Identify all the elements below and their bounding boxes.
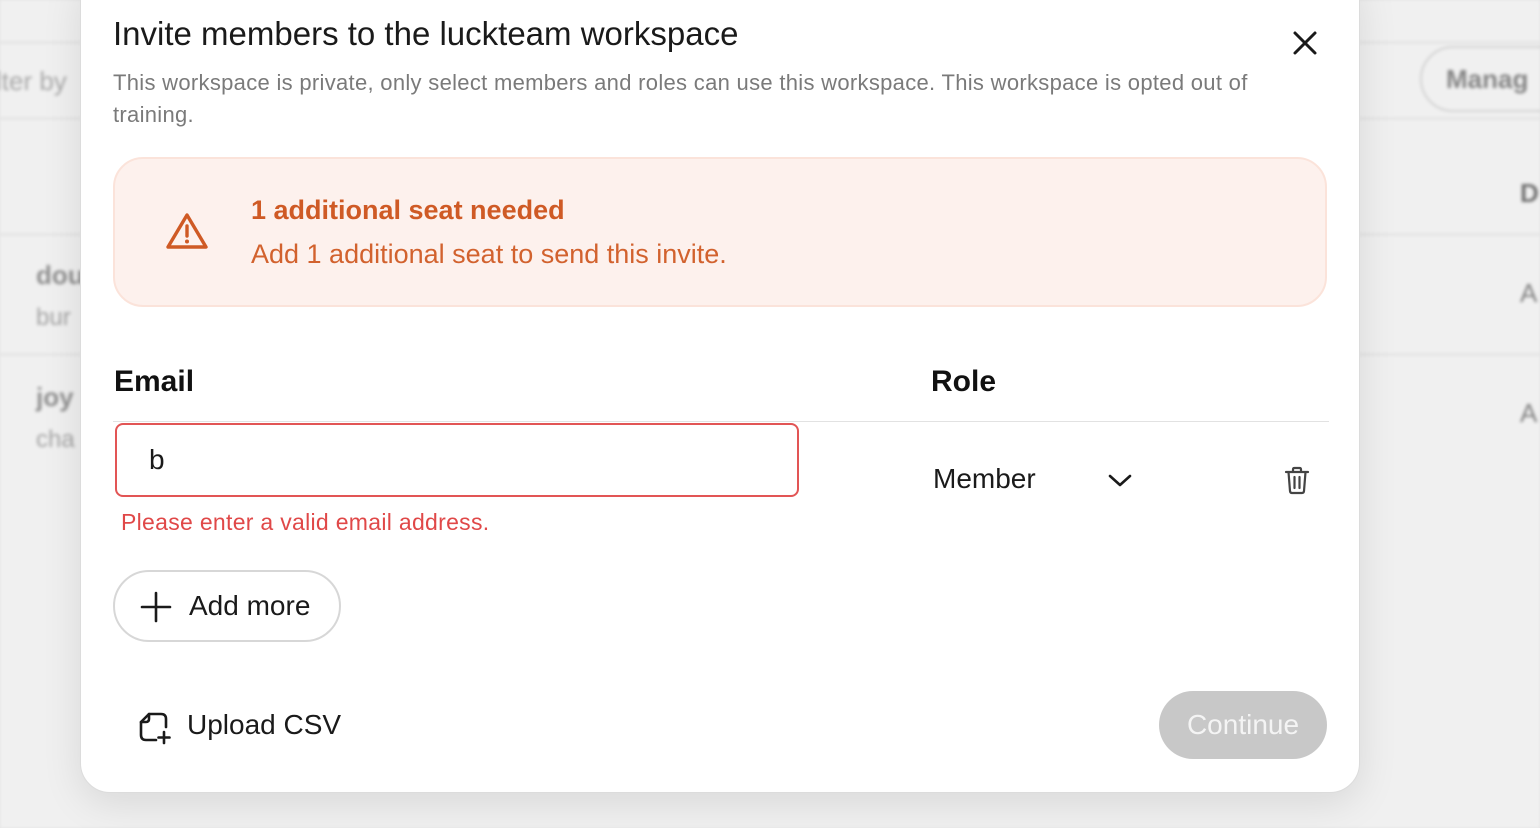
seat-warning-banner: 1 additional seat needed Add 1 additiona… [113,157,1327,307]
role-dropdown[interactable]: Member [931,457,1137,505]
role-column-header: Role [931,365,997,398]
email-error-message: Please enter a valid email address. [121,509,490,535]
upload-csv-button[interactable]: Upload CSV [135,701,355,751]
dialog-title: Invite members to the luckteam workspace [113,15,739,52]
email-column-header: Email [114,365,195,398]
dialog-description: This workspace is private, only select m… [113,70,1248,127]
trash-icon [1284,466,1310,495]
warning-triangle-icon [166,213,208,249]
header-divider [113,421,1329,422]
warning-message: Add 1 additional seat to send this invit… [251,239,727,269]
upload-csv-label: Upload CSV [187,709,342,740]
email-field[interactable] [115,423,799,497]
file-upload-icon [139,712,171,745]
chevron-down-icon [1108,474,1132,487]
delete-row-button[interactable] [1281,464,1313,496]
continue-button[interactable]: Continue [1159,691,1327,759]
add-more-button[interactable]: Add more [113,570,341,642]
add-more-label: Add more [189,590,311,621]
plus-icon [140,591,172,623]
invite-members-dialog: Invite members to the luckteam workspace… [80,0,1360,793]
close-icon [1293,31,1317,55]
role-selected-value: Member [933,463,1036,494]
warning-title: 1 additional seat needed [251,195,565,225]
close-button[interactable] [1285,23,1325,63]
